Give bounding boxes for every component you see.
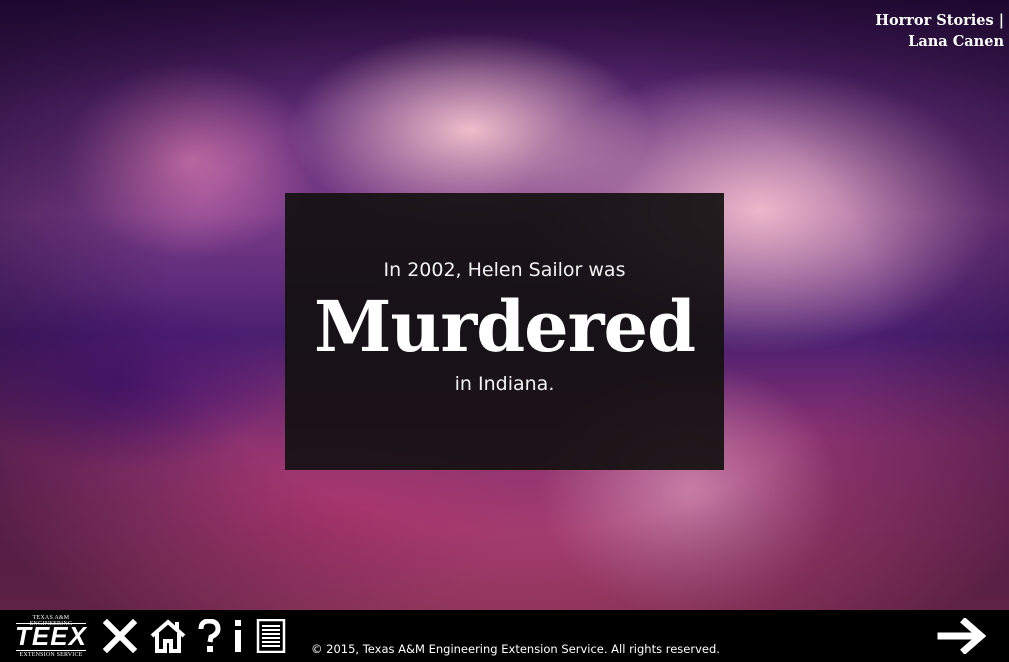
caption-location: in Indiana. bbox=[454, 373, 555, 395]
logo-rule-bottom bbox=[16, 650, 86, 651]
arrow-right-icon bbox=[937, 618, 987, 654]
info-button[interactable] bbox=[229, 619, 247, 653]
caption-box: In 2002, Helen Sailor was Murdered in In… bbox=[285, 193, 724, 470]
next-button[interactable] bbox=[936, 618, 990, 654]
logo-mark: TEEX bbox=[15, 621, 87, 651]
page-title-line1: Horror Stories | bbox=[875, 12, 1004, 29]
help-icon bbox=[198, 619, 221, 652]
transcript-icon bbox=[256, 619, 286, 653]
copyright-text: © 2015, Texas A&M Engineering Extension … bbox=[311, 642, 720, 656]
page-title: Horror Stories | Lana Canen bbox=[875, 10, 1004, 52]
close-icon bbox=[103, 619, 137, 653]
help-button[interactable] bbox=[196, 619, 222, 653]
home-icon bbox=[150, 619, 186, 653]
close-button[interactable] bbox=[102, 619, 138, 653]
home-button[interactable] bbox=[148, 619, 188, 653]
info-icon bbox=[235, 620, 241, 652]
caption-intro: In 2002, Helen Sailor was bbox=[383, 259, 626, 281]
transcript-button[interactable] bbox=[255, 619, 287, 653]
caption-emphasis: Murdered bbox=[313, 285, 696, 368]
teex-logo: TEXAS A&M ENGINEERING TEEX EXTENSION SER… bbox=[12, 615, 90, 659]
page-title-line2: Lana Canen bbox=[908, 33, 1004, 50]
footer-toolbar: TEXAS A&M ENGINEERING TEEX EXTENSION SER… bbox=[0, 610, 1009, 662]
logo-bottom-text: EXTENSION SERVICE bbox=[19, 652, 83, 658]
